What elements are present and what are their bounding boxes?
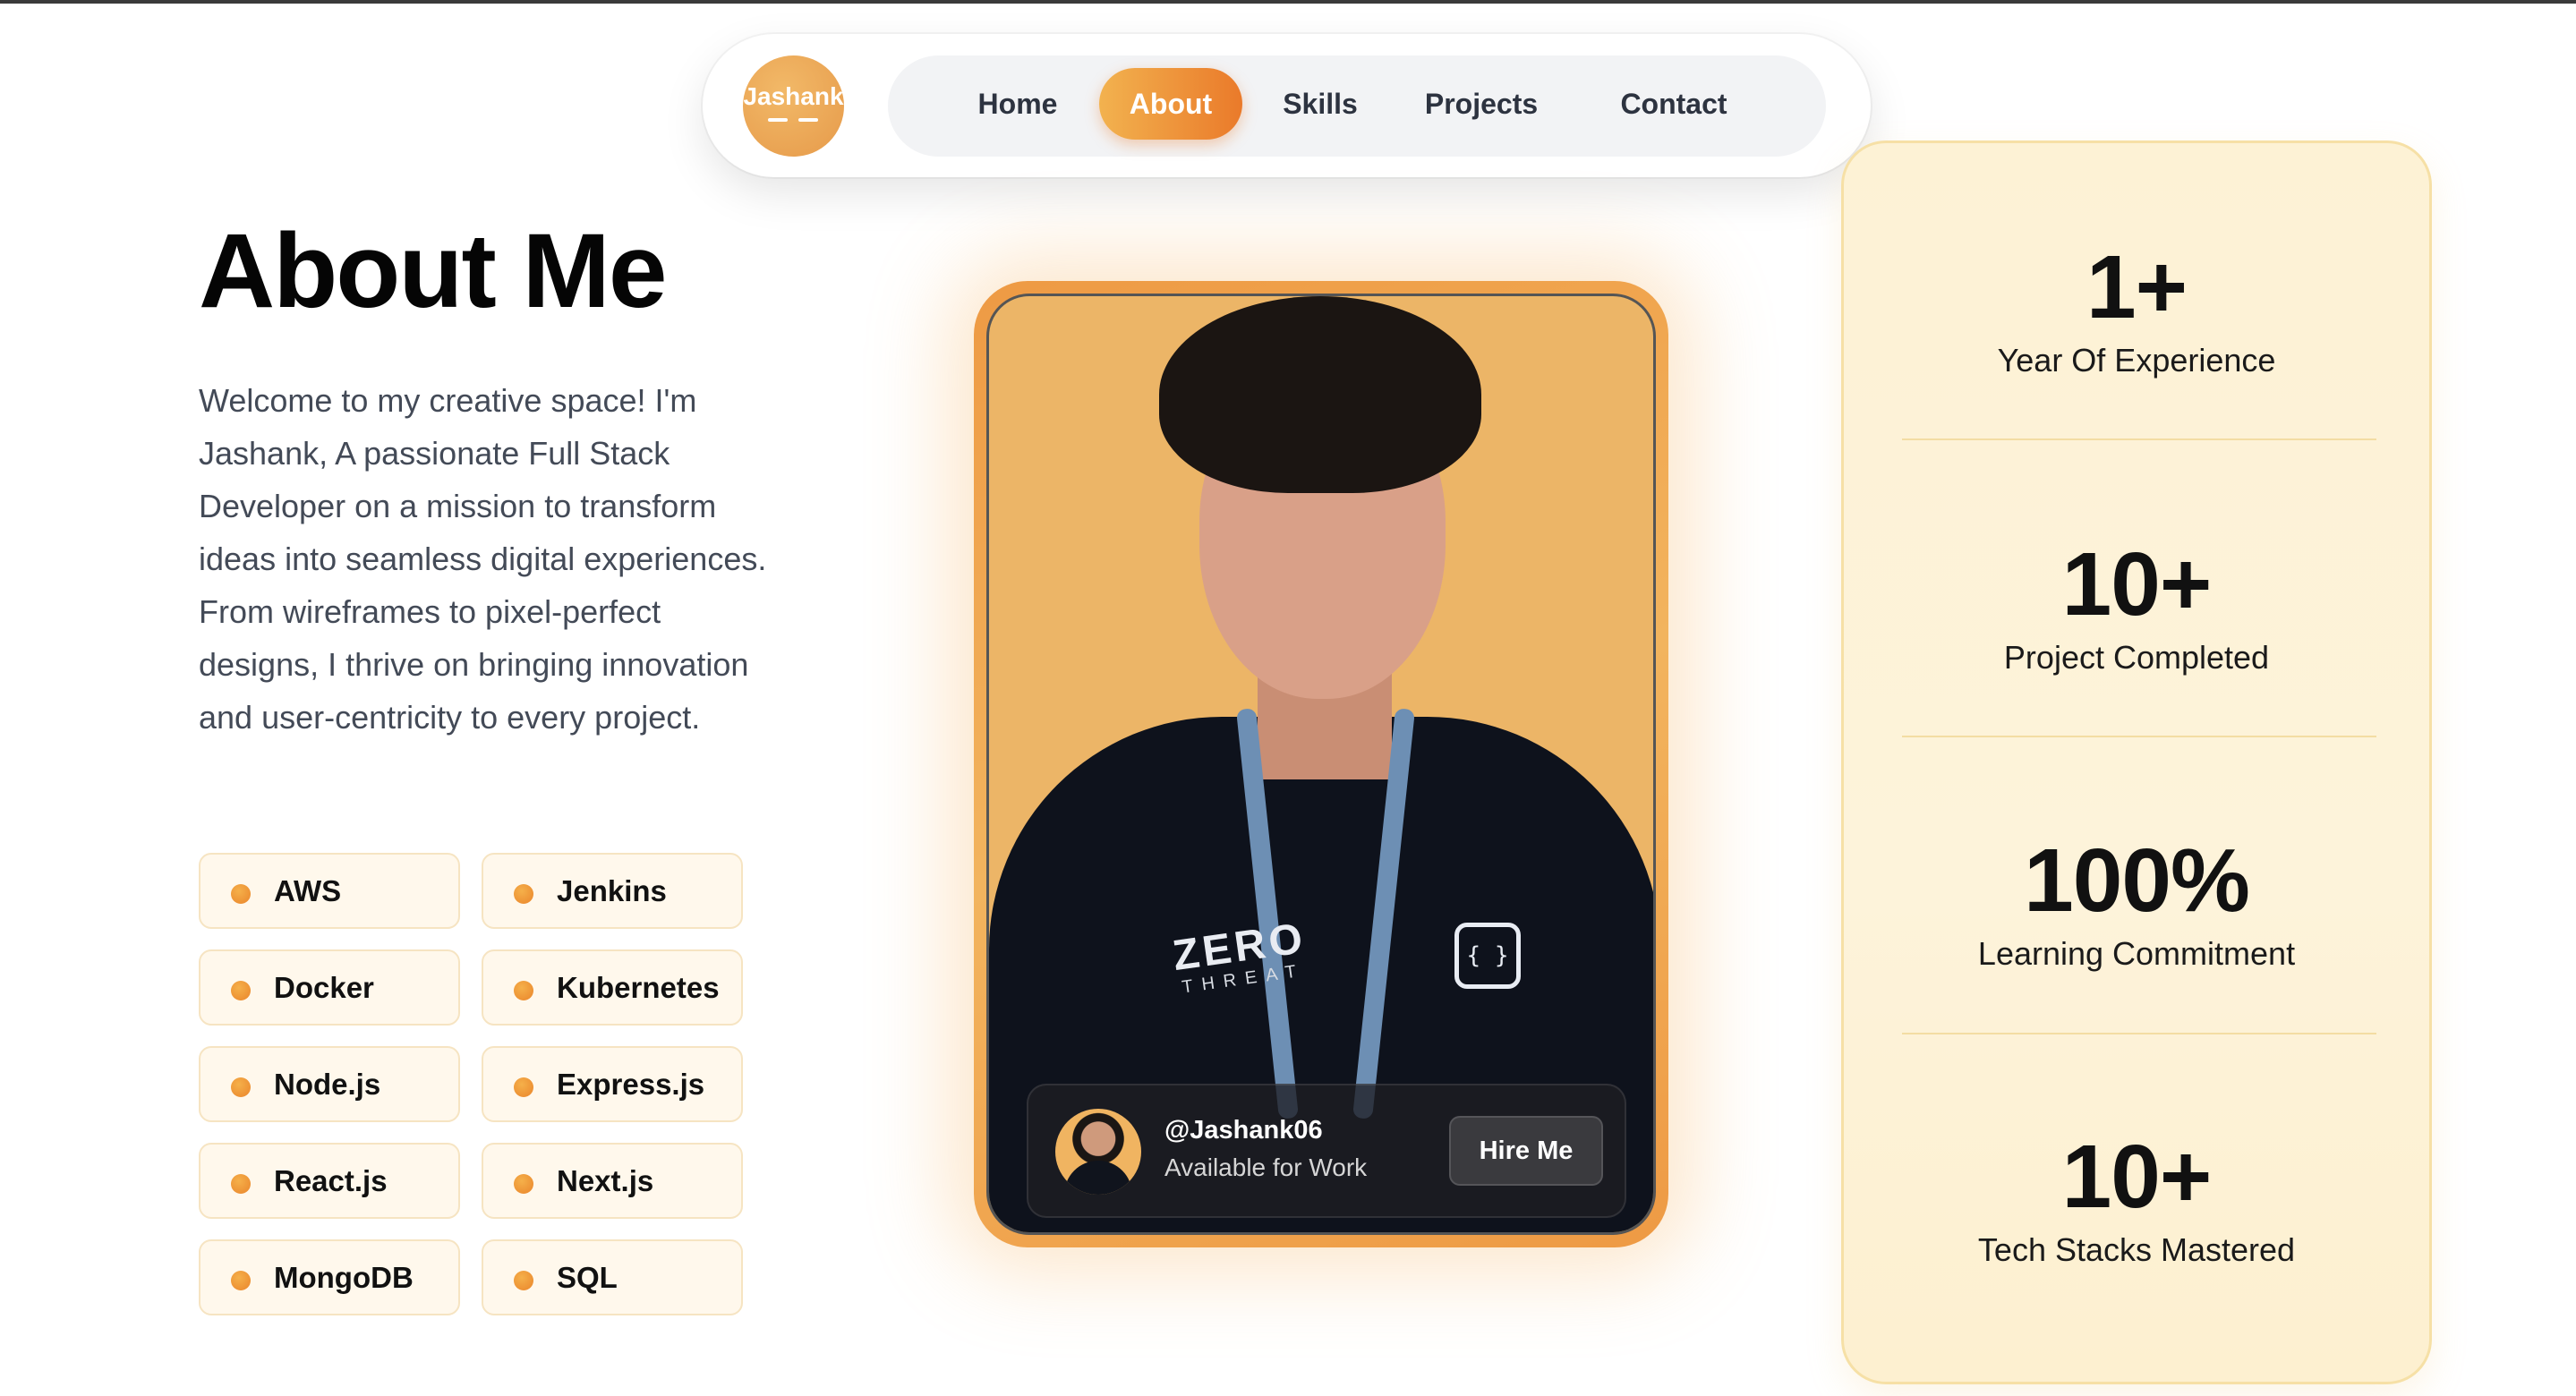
- profile-handle: @Jashank06: [1164, 1116, 1323, 1145]
- skill-tag-label: Node.js: [274, 1068, 381, 1101]
- stat-projects: 10+ Project Completed: [1844, 535, 2429, 677]
- skill-tag: Next.js: [482, 1143, 743, 1219]
- skill-tag: MongoDB: [199, 1239, 460, 1315]
- bullet-dot-icon: [514, 981, 533, 1000]
- stats-panel: 1+ Year Of Experience 10+ Project Comple…: [1841, 140, 2432, 1384]
- hire-me-button[interactable]: Hire Me: [1449, 1116, 1603, 1186]
- skill-tag: React.js: [199, 1143, 460, 1219]
- skill-tag-label: AWS: [274, 874, 342, 907]
- top-navbar: Jashank Home About Skills Projects Conta…: [703, 34, 1871, 177]
- skill-tag: Express.js: [482, 1046, 743, 1122]
- profile-photo: ZERO THREAT { } @Jashank06 Available for…: [986, 294, 1656, 1235]
- skill-tag-label: Kubernetes: [557, 971, 720, 1004]
- stat-divider: [1902, 736, 2376, 737]
- page-title: About Me: [199, 212, 667, 330]
- bullet-dot-icon: [514, 1077, 533, 1097]
- top-border: [0, 0, 2576, 4]
- profile-info-bar: @Jashank06 Available for Work Hire Me: [1027, 1084, 1626, 1218]
- stat-divider: [1902, 1033, 2376, 1034]
- skill-tag: AWS: [199, 853, 460, 929]
- skill-tag-label: Next.js: [557, 1164, 654, 1197]
- logo-text: Jashank: [743, 82, 844, 110]
- bullet-dot-icon: [231, 1077, 251, 1097]
- skill-tag-label: SQL: [557, 1261, 618, 1294]
- logo[interactable]: Jashank: [743, 55, 844, 157]
- code-mug-icon: { }: [1454, 923, 1521, 989]
- skill-tag: Jenkins: [482, 853, 743, 929]
- intro-paragraph: Welcome to my creative space! I'm Jashan…: [199, 382, 767, 736]
- bullet-dot-icon: [514, 1271, 533, 1290]
- avatar: [1055, 1109, 1141, 1195]
- stat-value: 10+: [2061, 1127, 2213, 1227]
- logo-dash: [768, 118, 788, 122]
- logo-dash: [798, 118, 818, 122]
- skill-tag: Docker: [199, 949, 460, 1026]
- bullet-dot-icon: [231, 884, 251, 904]
- skill-tag-label: Jenkins: [557, 874, 667, 907]
- skill-tag-label: React.js: [274, 1164, 388, 1197]
- stat-label: Year Of Experience: [1997, 342, 2276, 379]
- stat-learning: 100% Learning Commitment: [1844, 831, 2429, 973]
- profile-photo-card: ZERO THREAT { } @Jashank06 Available for…: [974, 281, 1668, 1247]
- bullet-dot-icon: [231, 1174, 251, 1194]
- stat-tech-stacks: 10+ Tech Stacks Mastered: [1844, 1128, 2429, 1269]
- stat-label: Learning Commitment: [1977, 935, 2296, 972]
- skill-tag: Kubernetes: [482, 949, 743, 1026]
- stat-value: 10+: [2061, 534, 2213, 634]
- stat-value: 1+: [2086, 237, 2188, 337]
- nav-item-about[interactable]: About: [1099, 68, 1242, 140]
- stat-label: Tech Stacks Mastered: [1977, 1231, 2296, 1268]
- bullet-dot-icon: [231, 981, 251, 1000]
- skill-tag: Node.js: [199, 1046, 460, 1122]
- stat-value: 100%: [2024, 830, 2250, 931]
- skill-tag: SQL: [482, 1239, 743, 1315]
- stat-divider: [1902, 438, 2376, 440]
- nav-item-home[interactable]: Home: [928, 68, 1107, 140]
- nav-item-contact[interactable]: Contact: [1589, 68, 1759, 140]
- skill-tag-label: MongoDB: [274, 1261, 414, 1294]
- bullet-dot-icon: [514, 1174, 533, 1194]
- photo-hair: [1159, 296, 1481, 493]
- skill-tag-label: Express.js: [557, 1068, 705, 1101]
- stat-experience: 1+ Year Of Experience: [1844, 238, 2429, 379]
- bullet-dot-icon: [514, 884, 533, 904]
- skill-tag-label: Docker: [274, 971, 374, 1004]
- nav-item-skills[interactable]: Skills: [1258, 68, 1383, 140]
- availability-status: Available for Work: [1164, 1153, 1368, 1181]
- bullet-dot-icon: [231, 1271, 251, 1290]
- nav-item-projects[interactable]: Projects: [1396, 68, 1566, 140]
- stat-label: Project Completed: [2003, 639, 2270, 676]
